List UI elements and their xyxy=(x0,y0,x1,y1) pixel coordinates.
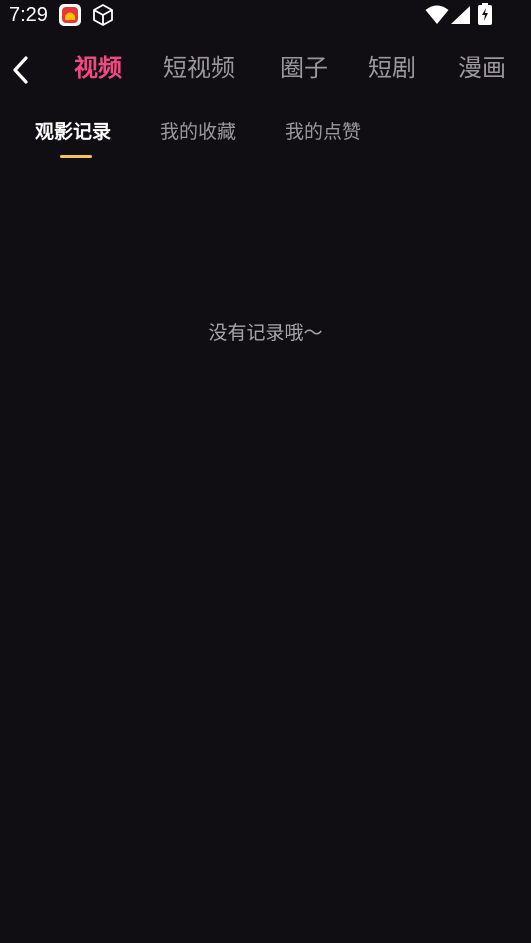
wifi-icon xyxy=(425,5,449,25)
tab-favorites[interactable]: 我的收藏 xyxy=(160,118,236,146)
category-nav: 视频 短视频 圈子 短剧 漫画 xyxy=(0,44,531,94)
chevron-left-icon xyxy=(13,56,28,84)
status-time: 7:29 xyxy=(9,4,48,26)
tab-circle[interactable]: 圈子 xyxy=(280,50,328,86)
app-notification-icon xyxy=(59,4,81,26)
tab-video[interactable]: 视频 xyxy=(74,50,122,86)
cell-signal-icon xyxy=(451,6,471,24)
package-box-icon xyxy=(91,3,115,27)
tab-short-drama[interactable]: 短剧 xyxy=(368,50,416,86)
back-button[interactable] xyxy=(6,52,38,88)
tab-short-video[interactable]: 短视频 xyxy=(163,50,235,86)
tab-watch-history[interactable]: 观影记录 xyxy=(35,118,111,146)
active-tab-indicator xyxy=(60,155,92,158)
empty-state-message: 没有记录哦～ xyxy=(208,322,323,344)
sub-tabs: 观影记录 我的收藏 我的点赞 xyxy=(0,112,531,164)
status-bar: 7:29 xyxy=(0,0,531,32)
tab-comics[interactable]: 漫画 xyxy=(458,50,506,86)
tab-likes[interactable]: 我的点赞 xyxy=(285,118,361,146)
battery-charging-icon xyxy=(478,3,492,25)
